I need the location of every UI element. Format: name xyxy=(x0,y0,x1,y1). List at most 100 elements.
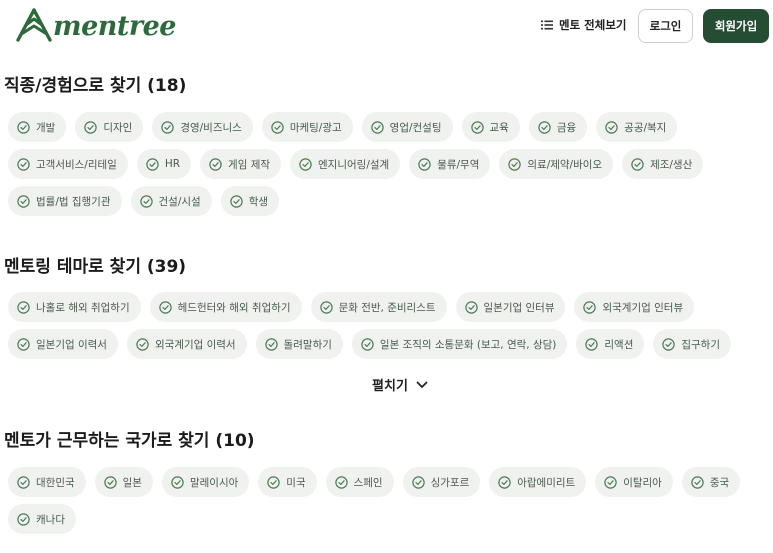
country-section-title: 멘토가 근무하는 국가로 찾기 (10) xyxy=(4,431,255,451)
filter-chip[interactable]: 대한민국 xyxy=(8,467,86,497)
filter-chip-label: 중국 xyxy=(709,476,730,489)
signup-button[interactable]: 회원가입 xyxy=(703,9,769,43)
filter-chip[interactable]: 나홀로 해외 취업하기 xyxy=(8,292,141,322)
filter-chip[interactable]: 금융 xyxy=(528,112,588,142)
filter-chip[interactable]: 미국 xyxy=(258,467,317,497)
filter-chip-label: 대한민국 xyxy=(36,476,75,489)
theme-section-title: 멘토링 테마로 찾기 (39) xyxy=(4,257,187,277)
filter-chip[interactable]: 중국 xyxy=(681,467,741,497)
filter-chip-label: 게임 제작 xyxy=(228,158,271,171)
filter-chip[interactable]: 캐나다 xyxy=(8,504,76,534)
filter-chip[interactable]: 게임 제작 xyxy=(200,149,282,179)
job-chip-row: 고객서비스/리테일 HR 게임 제작 엔지니어링/설계 물류/무역 의료/제약/바이오 제조… xyxy=(8,149,704,179)
logo[interactable]: mentree xyxy=(16,8,176,42)
job-section-title: 직종/경험으로 찾기 (18) xyxy=(4,76,187,96)
check-circle-icon xyxy=(604,475,617,489)
filter-chip[interactable]: 말레이시아 xyxy=(161,467,250,497)
filter-chip[interactable]: 법률/법 집행기관 xyxy=(8,186,122,216)
filter-chip[interactable]: 외국계기업 이력서 xyxy=(126,329,247,359)
filter-chip[interactable]: 경영/비즈니스 xyxy=(152,112,253,142)
filter-chip[interactable]: 교육 xyxy=(461,112,520,142)
job-chip-row: 법률/법 집행기관 건설/시설 학생 xyxy=(8,186,280,216)
filter-chip[interactable]: 일본 xyxy=(94,467,153,497)
filter-chip[interactable]: 문화 전반, 준비리스트 xyxy=(310,292,447,322)
all-mentors-label: 멘토 전체보기 xyxy=(559,18,627,32)
check-circle-icon xyxy=(136,337,149,351)
filter-chip[interactable]: 엔지니어링/설계 xyxy=(290,149,401,179)
filter-chip-label: 학생 xyxy=(248,195,269,208)
filter-chip[interactable]: 고객서비스/리테일 xyxy=(8,149,128,179)
check-circle-icon xyxy=(498,475,511,489)
filter-chip[interactable]: 디자인 xyxy=(75,112,144,142)
filter-chip[interactable]: 개발 xyxy=(8,112,67,142)
filter-chip[interactable]: 일본기업 이력서 xyxy=(8,329,118,359)
check-circle-icon xyxy=(585,337,599,351)
filter-chip[interactable]: 외국계기업 인터뷰 xyxy=(574,292,695,322)
filter-chip-label: 영업/컨설팅 xyxy=(389,121,442,134)
check-circle-icon xyxy=(161,120,175,134)
filter-chip[interactable]: 이탈리아 xyxy=(595,467,673,497)
filter-chip[interactable]: 공공/복지 xyxy=(596,112,678,142)
check-circle-icon xyxy=(267,475,280,489)
check-circle-icon xyxy=(17,120,30,134)
logo-text: mentree xyxy=(53,11,176,42)
filter-chip-label: 일본 xyxy=(122,476,142,489)
login-button[interactable]: 로그인 xyxy=(638,9,693,43)
theme-chip-row: 나홀로 해외 취업하기 헤드헌터와 해외 취업하기 문화 전반, 준비리스트 일본기업… xyxy=(8,292,695,322)
check-circle-icon xyxy=(334,475,348,489)
filter-chip[interactable]: 건설/시설 xyxy=(130,186,212,216)
filter-chip[interactable]: 일본기업 인터뷰 xyxy=(455,292,566,322)
expand-label: 펼치기 xyxy=(372,379,408,394)
filter-chip[interactable]: 집구하기 xyxy=(653,329,731,359)
filter-chip-label: 교육 xyxy=(489,121,509,134)
site-header: mentree 멘토 전체보기 로그인 회원가입 xyxy=(0,0,773,54)
check-circle-icon xyxy=(583,300,597,314)
filter-chip-label: 의료/제약/바이오 xyxy=(527,158,603,171)
check-circle-icon xyxy=(662,337,676,351)
theme-chip-row: 일본기업 이력서 외국계기업 이력서 돌려말하기 일본 조직의 소통문화 (보고, 연… xyxy=(8,329,731,359)
chevron-down-icon xyxy=(416,381,428,388)
filter-chip-label: 법률/법 집행기관 xyxy=(36,195,111,208)
check-circle-icon xyxy=(538,120,551,134)
filter-chip[interactable]: 영업/컨설팅 xyxy=(361,112,453,142)
filter-chip-label: 일본기업 이력서 xyxy=(36,338,107,351)
filter-chip-label: 일본 조직의 소통문화 (보고, 연락, 상담) xyxy=(379,338,557,351)
filter-chip[interactable]: 학생 xyxy=(220,186,280,216)
expand-button[interactable]: 펼치기 xyxy=(0,375,773,394)
filter-chip-label: 외국계기업 이력서 xyxy=(154,338,236,351)
check-circle-icon xyxy=(139,194,153,208)
check-circle-icon xyxy=(17,157,30,171)
filter-chip-label: 캐나다 xyxy=(36,513,65,526)
check-circle-icon xyxy=(17,475,30,489)
filter-chip-label: 나홀로 해외 취업하기 xyxy=(36,301,130,314)
all-mentors-link[interactable]: 멘토 전체보기 xyxy=(541,17,626,33)
filter-chip-label: 리액션 xyxy=(604,338,634,351)
filter-chip[interactable]: 제조/생산 xyxy=(622,149,704,179)
filter-chip[interactable]: 마케팅/광고 xyxy=(261,112,353,142)
filter-chip-label: 집구하기 xyxy=(681,338,720,351)
filter-chip[interactable]: 스페인 xyxy=(325,467,394,497)
filter-chip[interactable]: 일본 조직의 소통문화 (보고, 연락, 상담) xyxy=(351,329,568,359)
filter-chip-label: 싱가포르 xyxy=(430,476,470,489)
filter-chip-label: 일본기업 인터뷰 xyxy=(483,301,555,314)
filter-chip[interactable]: HR xyxy=(136,149,192,179)
filter-chip[interactable]: 아랍에미리트 xyxy=(489,467,587,497)
filter-chip-label: 제조/생산 xyxy=(650,158,693,171)
check-circle-icon xyxy=(631,157,644,171)
filter-chip[interactable]: 물류/무역 xyxy=(409,149,491,179)
filter-chip-label: 금융 xyxy=(556,121,577,134)
filter-chip[interactable]: 헤드헌터와 해외 취업하기 xyxy=(149,292,302,322)
filter-chip[interactable]: 의료/제약/바이오 xyxy=(499,149,614,179)
check-circle-icon xyxy=(17,337,30,351)
check-circle-icon xyxy=(418,157,431,171)
filter-chip-label: HR xyxy=(164,158,181,170)
check-circle-icon xyxy=(271,120,284,134)
filter-chip-label: 아랍에미리트 xyxy=(517,476,576,489)
filter-chip[interactable]: 돌려말하기 xyxy=(255,329,343,359)
tree-logo-icon xyxy=(16,8,52,42)
check-circle-icon xyxy=(158,300,172,314)
filter-chip[interactable]: 리액션 xyxy=(576,329,645,359)
filter-chip-label: 경영/비즈니스 xyxy=(180,121,242,134)
filter-chip-label: 외국계기업 인터뷰 xyxy=(602,301,684,314)
filter-chip[interactable]: 싱가포르 xyxy=(402,467,481,497)
